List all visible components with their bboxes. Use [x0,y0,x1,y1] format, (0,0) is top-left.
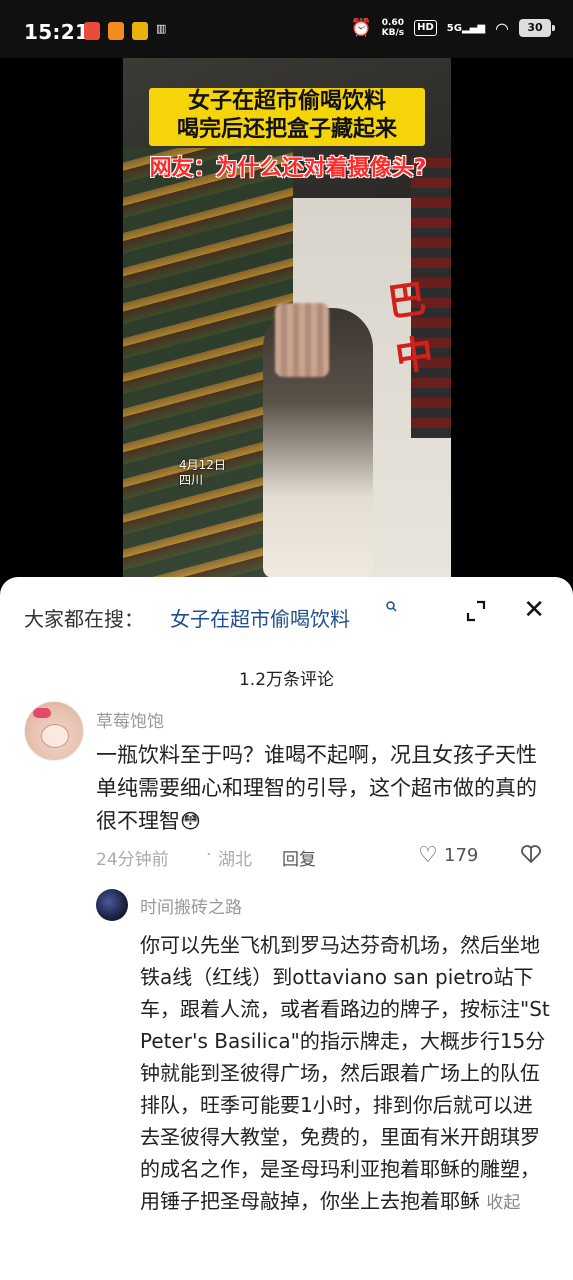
avatar[interactable] [24,701,84,761]
video-title-line2: 喝完后还把盒子藏起来 [176,117,397,142]
close-icon[interactable]: ✕ [523,595,545,625]
comment-body: 一瓶饮料至于吗？谁喝不起啊，况且女孩子天性单纯需要细心和理智的引导，这个超市做的… [96,743,537,833]
status-bar: 15:21 ▥ ⏰ 0.60 KB/s HD 5G▂▄▆ ◠ 30 [0,0,573,66]
comment-username[interactable]: 草莓饱饱 [96,707,164,732]
comment-text: 一瓶饮料至于吗？谁喝不起啊，况且女孩子天性单纯需要细心和理智的引导，这个超市做的… [96,739,549,838]
like-count: 179 [444,845,479,866]
reply-text: 你可以先坐飞机到罗马达芬奇机场，然后坐地铁a线（红线）到ottaviano sa… [140,929,550,1219]
heart-icon[interactable]: ♡ [418,843,438,868]
search-icon[interactable] [386,601,397,616]
status-icons: ⏰ 0.60 KB/s HD 5G▂▄▆ ◠ 30 [350,18,555,38]
trending-search-link[interactable]: 女子在超市偷喝饮料 [170,603,350,632]
trending-search-bar[interactable]: 大家都在搜： 女子在超市偷喝饮料 ✕ [24,595,549,635]
signal-5g-label: 5G [446,22,462,34]
reply-username[interactable]: 时间搬砖之路 [140,893,242,918]
battery-icon: 30 [519,19,555,37]
trending-search-prefix: 大家都在搜： [24,607,144,631]
avatar-bow [33,708,51,718]
video-location-line: 四川 [179,473,204,487]
video-date: 4月12日 四川 [179,458,226,488]
network-speed-value: 0.60 [381,18,404,28]
reply-button[interactable]: 回复 [282,845,316,870]
app-notification-icon: ▥ [156,22,167,35]
comment-count: 1.2万条评论 [238,670,335,690]
video-date-line1: 4月12日 [179,458,226,472]
video-title-line1: 女子在超市偷喝饮料 [187,89,386,114]
reply-body: 你可以先坐飞机到罗马达芬奇机场，然后坐地铁a线（红线）到ottaviano sa… [140,933,550,1213]
dislike-icon[interactable] [520,843,542,871]
video-title-banner: 女子在超市偷喝饮料 喝完后还把盒子藏起来 [149,88,425,146]
network-speed-unit: KB/s [381,28,405,38]
expand-icon[interactable] [465,599,487,623]
collapse-button[interactable]: 收起 [486,1193,520,1213]
comment-time: 24分钟前 [96,850,169,870]
reply-avatar[interactable] [96,889,128,921]
wifi-icon: ◠ [495,18,509,38]
blurred-face [275,303,329,377]
app-notification-icon [108,22,124,40]
network-speed: 0.60 KB/s [382,18,404,38]
flushed-emoji-icon: 😳 [180,809,201,833]
video-player[interactable]: 女子在超市偷喝饮料 喝完后还把盒子藏起来 网友：为什么还对着摄像头? 巴中 4月… [0,58,573,588]
app-notification-icon [84,22,100,40]
video-frame[interactable]: 女子在超市偷喝饮料 喝完后还把盒子藏起来 网友：为什么还对着摄像头? 巴中 4月… [123,58,451,578]
weibo-notification-icon [132,22,148,40]
avatar-face [41,724,69,748]
video-subtitle: 网友：为什么还对着摄像头? [149,156,427,181]
signal-5g-icon: 5G▂▄▆ [446,22,486,34]
comment-meta: 24分钟前 · 湖北 回复 ♡ 179 [96,843,549,871]
comment-location: 湖北 [218,850,252,870]
meta-separator: · [206,845,212,865]
comment-panel: 大家都在搜： 女子在超市偷喝饮料 ✕ 1.2万条评论 草莓饱饱 一瓶饮料至于吗？… [0,577,573,1280]
screen: 15:21 ▥ ⏰ 0.60 KB/s HD 5G▂▄▆ ◠ 30 女子在超市偷… [0,0,573,1280]
hd-badge: HD [414,20,437,36]
status-time: 15:21 [24,20,90,44]
alarm-icon: ⏰ [350,18,372,38]
